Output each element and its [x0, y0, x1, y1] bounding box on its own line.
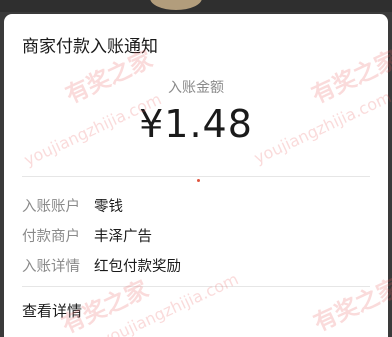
indicator-dot [197, 179, 200, 182]
detail-row-account: 入账账户 零钱 [22, 195, 123, 216]
notification-title: 商家付款入账通知 [22, 37, 158, 57]
detail-value: 红包付款奖励 [94, 259, 181, 275]
amount-label: 入账金额 [168, 80, 224, 96]
detail-value: 丰泽广告 [94, 229, 152, 245]
notification-card: 商家付款入账通知 入账金额 ¥1.48 入账账户 零钱 付款商户 丰泽广告 入账详情… [4, 14, 388, 337]
view-details-link[interactable]: 查看详情 [22, 300, 82, 321]
detail-key: 入账账户 [22, 199, 80, 215]
detail-value: 零钱 [94, 199, 123, 215]
amount-value: ¥1.48 [139, 102, 253, 146]
detail-key: 付款商户 [22, 229, 80, 245]
detail-key: 入账详情 [22, 259, 80, 275]
detail-row-merchant: 付款商户 丰泽广告 [22, 225, 152, 246]
detail-row-details: 入账详情 红包付款奖励 [22, 255, 181, 276]
divider-top [22, 176, 370, 177]
divider-bottom [22, 286, 370, 287]
